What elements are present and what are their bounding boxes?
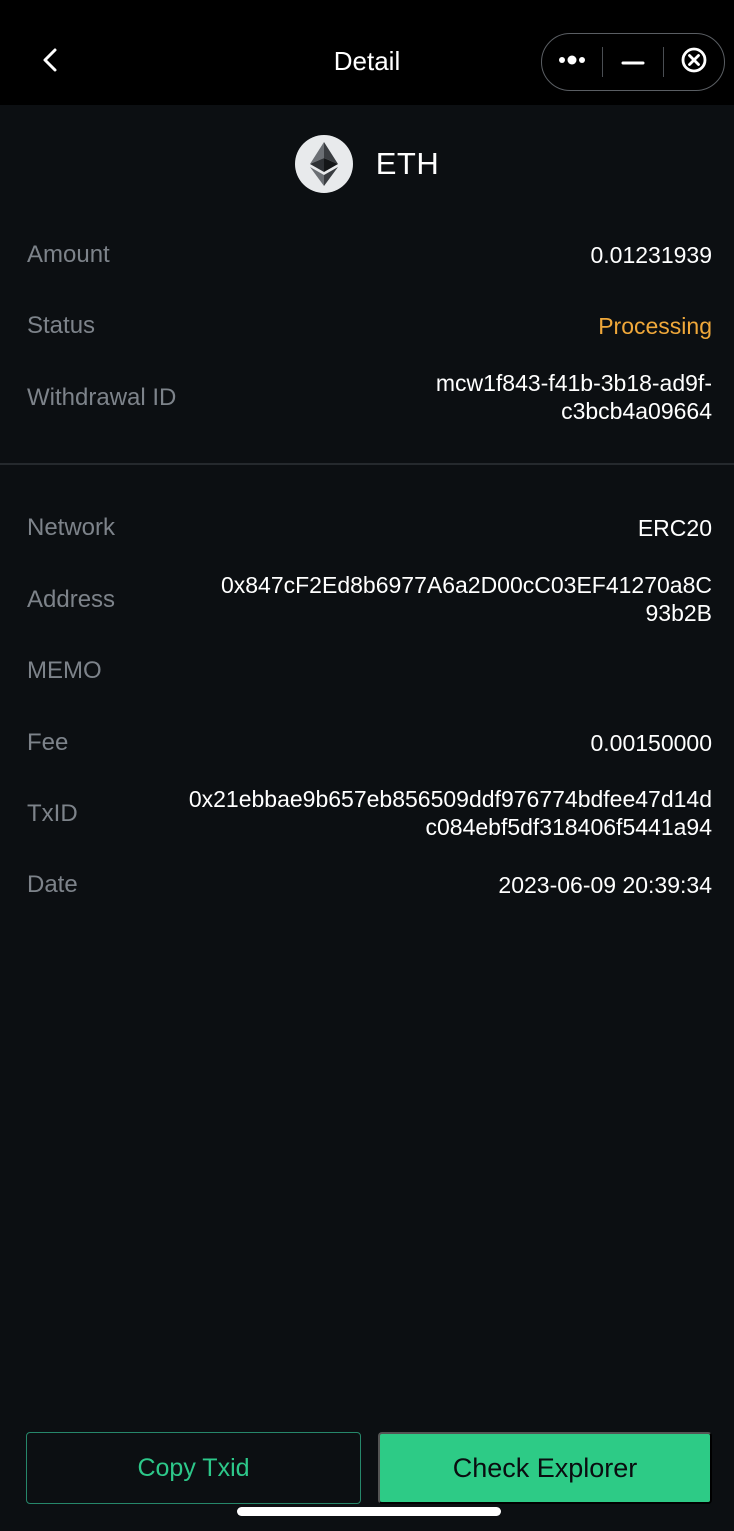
date-value: 2023-06-09 20:39:34	[498, 872, 712, 898]
coin-name: ETH	[375, 146, 440, 181]
address-line: 0x847cF2Ed8b6977A6a2D00cC03EF41270a8C	[220, 572, 712, 598]
amount-value: 0.01231939	[590, 242, 712, 268]
network-label: Network	[27, 514, 116, 541]
fee-label: Fee	[27, 729, 69, 756]
address-value: 0x847cF2Ed8b6977A6a2D00cC03EF41270a8C 93…	[221, 571, 712, 627]
withdrawal-id-line: mcw1f843-f41b-3b18-ad9f-	[435, 370, 712, 396]
close-circle-icon	[680, 46, 708, 79]
status-badge: Processing	[598, 313, 712, 339]
fee-value: 0.00150000	[590, 730, 712, 756]
coin-header: ETH	[0, 134, 734, 194]
more-button[interactable]	[542, 34, 602, 90]
txid-line: 0x21ebbae9b657eb856509ddf976774bdfee47d1…	[188, 786, 712, 812]
minimize-icon	[621, 53, 645, 71]
date-label: Date	[27, 871, 78, 898]
status-label: Status	[27, 312, 96, 339]
ethereum-logo-icon	[294, 135, 353, 193]
memo-label: MEMO	[27, 657, 102, 684]
top-bar: Detail	[0, 0, 734, 105]
address-label: Address	[27, 586, 116, 613]
copy-txid-button[interactable]: Copy Txid	[26, 1432, 361, 1504]
withdrawal-id-value: mcw1f843-f41b-3b18-ad9f- c3bcb4a09664	[436, 369, 712, 425]
withdrawal-id-label: Withdrawal ID	[27, 384, 177, 411]
withdrawal-detail-page: Detail ETH Amount 0.01231939 Status Proc…	[0, 0, 734, 1531]
amount-label: Amount	[27, 241, 110, 268]
minimize-button[interactable]	[603, 34, 663, 90]
txid-label: TxID	[27, 800, 78, 827]
close-button[interactable]	[664, 34, 724, 90]
more-dots-icon	[557, 53, 587, 71]
txid-value: 0x21ebbae9b657eb856509ddf976774bdfee47d1…	[189, 785, 712, 841]
check-explorer-button[interactable]: Check Explorer	[378, 1432, 712, 1504]
network-value: ERC20	[637, 515, 712, 541]
home-indicator[interactable]	[237, 1507, 501, 1516]
section-divider	[0, 463, 734, 465]
withdrawal-id-line: c3bcb4a09664	[561, 398, 712, 424]
address-line: 93b2B	[645, 600, 712, 626]
txid-line: c084ebf5df318406f5441a94	[425, 814, 712, 840]
mini-program-capsule	[541, 33, 725, 91]
